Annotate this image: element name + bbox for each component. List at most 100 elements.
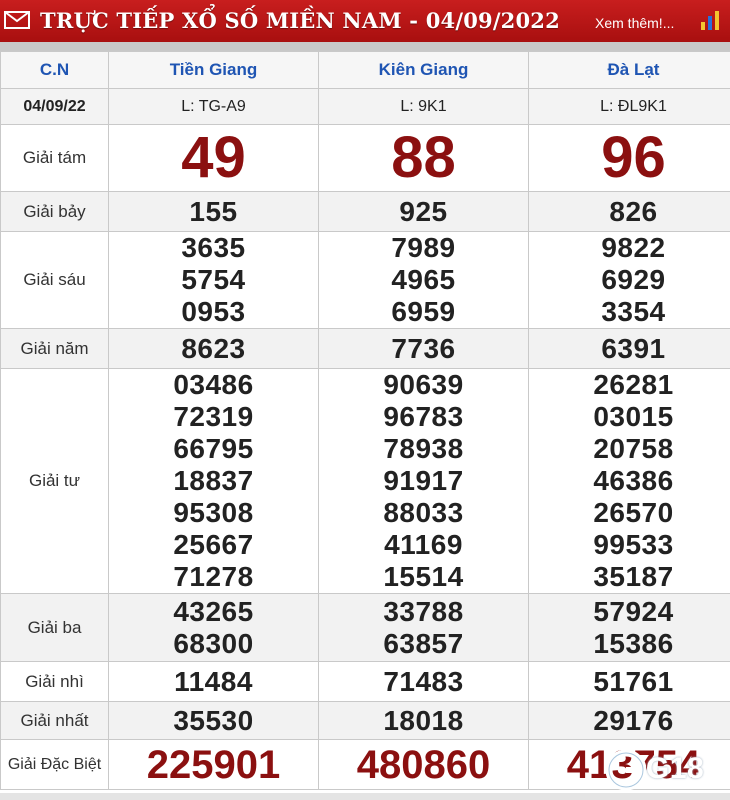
header-divider: [0, 42, 730, 51]
prize-row-g3: Giải ba 43265 68300 33788 63857 57924 15…: [0, 593, 730, 662]
prize-number: 68300: [173, 627, 254, 659]
prize-cell: 9822 6929 3354: [528, 231, 730, 329]
prize-number: 51761: [528, 661, 730, 702]
prize-label: Giải nhất: [0, 701, 109, 740]
prize-row-g4: Giải tư 03486 72319 66795 18837 95308 25…: [0, 368, 730, 594]
prize-cell: 43265 68300: [108, 593, 319, 662]
prize-number: 480860: [318, 739, 529, 790]
prize-number: 0953: [181, 296, 246, 327]
province-header-row: C.N Tiền Giang Kiên Giang Đà Lạt: [0, 51, 730, 89]
prize-number: 4965: [391, 264, 456, 295]
prize-number: 7736: [318, 328, 529, 369]
prize-number: 90639: [383, 369, 464, 400]
prize-label: Giải Đặc Biệt: [0, 739, 109, 790]
prize-row-g1: Giải nhất 35530 18018 29176: [0, 701, 730, 740]
ticket-code: L: ĐL9K1: [528, 88, 730, 125]
prize-number: 03486: [173, 369, 254, 400]
prize-number: 155: [108, 191, 319, 232]
header-title: TRỰC TIẾP XỔ SỐ MIỀN NAM - 04/09/2022: [40, 8, 560, 33]
watermark-text: G18: [646, 752, 705, 785]
province-name[interactable]: Kiên Giang: [318, 51, 529, 89]
prize-number: 35530: [108, 701, 319, 740]
prize-number: 33788: [383, 595, 464, 627]
prize-number: 5754: [181, 264, 246, 295]
prize-number: 66795: [173, 433, 254, 464]
prize-number: 63857: [383, 627, 464, 659]
prize-row-g6: Giải sáu 3635 5754 0953 7989 4965 6959 9…: [0, 231, 730, 329]
prize-row-g5: Giải năm 8623 7736 6391: [0, 328, 730, 369]
prize-cell: 7989 4965 6959: [318, 231, 529, 329]
prize-number: 96: [528, 124, 730, 192]
ticket-code-row: 04/09/22 L: TG-A9 L: 9K1 L: ĐL9K1: [0, 88, 730, 125]
prize-number: 7989: [391, 232, 456, 263]
watermark: G18: [606, 748, 726, 792]
prize-number: 15514: [383, 561, 464, 592]
prize-cell: 03486 72319 66795 18837 95308 25667 7127…: [108, 368, 319, 594]
prize-number: 26570: [593, 497, 674, 528]
prize-number: 25667: [173, 529, 254, 560]
prize-label: Giải tư: [0, 368, 109, 594]
weekday-label: C.N: [0, 51, 109, 89]
mail-icon: [4, 11, 30, 29]
province-name[interactable]: Đà Lạt: [528, 51, 730, 89]
prize-label: Giải sáu: [0, 231, 109, 329]
prize-number: 95308: [173, 497, 254, 528]
prize-cell: 26281 03015 20758 46386 26570 99533 3518…: [528, 368, 730, 594]
prize-number: 71278: [173, 561, 254, 592]
prize-number: 3635: [181, 232, 246, 263]
province-name[interactable]: Tiền Giang: [108, 51, 319, 89]
prize-number: 03015: [593, 401, 674, 432]
prize-number: 9822: [601, 232, 666, 263]
prize-number: 6929: [601, 264, 666, 295]
prize-number: 6391: [528, 328, 730, 369]
lottery-results-table: C.N Tiền Giang Kiên Giang Đà Lạt 04/09/2…: [0, 51, 730, 790]
prize-cell: 33788 63857: [318, 593, 529, 662]
prize-label: Giải ba: [0, 593, 109, 662]
prize-number: 826: [528, 191, 730, 232]
ticket-code: L: TG-A9: [108, 88, 319, 125]
prize-number: 88033: [383, 497, 464, 528]
prize-cell: 90639 96783 78938 91917 88033 41169 1551…: [318, 368, 529, 594]
prize-label: Giải bảy: [0, 191, 109, 232]
prize-number: 225901: [108, 739, 319, 790]
prize-number: 43265: [173, 595, 254, 627]
prize-number: 6959: [391, 296, 456, 327]
prize-number: 26281: [593, 369, 674, 400]
see-more-link[interactable]: Xem thêm!...: [595, 0, 674, 42]
prize-number: 88: [318, 124, 529, 192]
prize-label: Giải tám: [0, 124, 109, 192]
bar-chart-icon[interactable]: [699, 10, 723, 30]
prize-number: 99533: [593, 529, 674, 560]
prize-number: 91917: [383, 465, 464, 496]
prize-number: 41169: [384, 529, 463, 560]
watermark-logo-icon: [606, 750, 646, 790]
prize-cell: 3635 5754 0953: [108, 231, 319, 329]
prize-row-g7: Giải bảy 155 925 826: [0, 191, 730, 232]
prize-number: 57924: [593, 595, 674, 627]
prize-number: 96783: [383, 401, 464, 432]
prize-label: Giải năm: [0, 328, 109, 369]
prize-number: 72319: [173, 401, 254, 432]
prize-cell: 57924 15386: [528, 593, 730, 662]
prize-number: 8623: [108, 328, 319, 369]
page-header: TRỰC TIẾP XỔ SỐ MIỀN NAM - 04/09/2022 Xe…: [0, 0, 730, 42]
prize-number: 18837: [173, 465, 254, 496]
prize-number: 49: [108, 124, 319, 192]
prize-number: 78938: [383, 433, 464, 464]
prize-number: 11484: [108, 661, 319, 702]
ticket-code: L: 9K1: [318, 88, 529, 125]
prize-number: 71483: [318, 661, 529, 702]
prize-number: 46386: [593, 465, 674, 496]
prize-number: 20758: [593, 433, 674, 464]
prize-row-g2: Giải nhì 11484 71483 51761: [0, 661, 730, 702]
prize-number: 3354: [601, 296, 666, 327]
prize-number: 15386: [593, 627, 674, 659]
prize-number: 35187: [593, 561, 674, 592]
prize-number: 18018: [318, 701, 529, 740]
draw-date: 04/09/22: [0, 88, 109, 125]
prize-number: 925: [318, 191, 529, 232]
prize-row-g8: Giải tám 49 88 96: [0, 124, 730, 192]
prize-number: 29176: [528, 701, 730, 740]
prize-label: Giải nhì: [0, 661, 109, 702]
bottom-scroll-strip: [0, 793, 730, 800]
